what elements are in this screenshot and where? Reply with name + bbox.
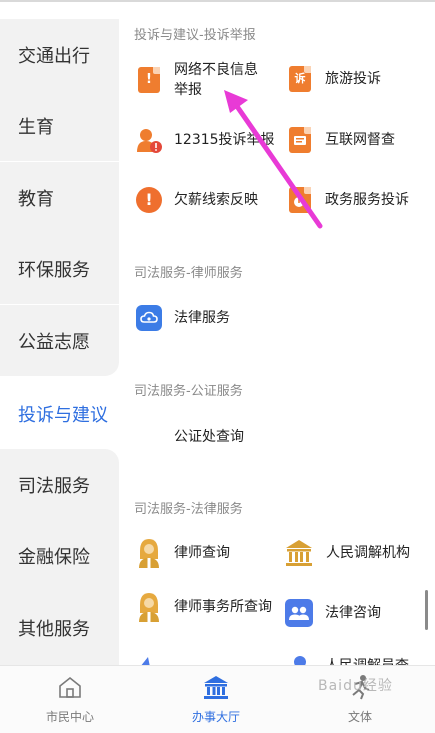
exclamation-circle-icon: ! [136,187,162,213]
service-label: 法律服务 [174,310,230,326]
sidebar-item-judicial[interactable]: 司法服务 [0,449,119,520]
sidebar-item-finance[interactable]: 金融保险 [0,520,119,591]
service-12315-report[interactable]: 12315投诉举报 [136,127,275,153]
service-online-content-report[interactable]: ! 网络不良信息举报 [136,60,276,100]
tab-service-hall[interactable]: 办事大厅 [166,674,266,725]
service-label: 律师查询 [174,545,230,561]
service-label: 12315投诉举报 [174,132,275,148]
government-complaint-icon [287,187,313,213]
tab-label: 办事大厅 [191,710,240,724]
person-alert-icon [136,127,162,153]
service-government-complaint[interactable]: 政务服务投诉 [287,187,409,213]
institution-icon [284,540,314,566]
service-label: 律师事务所查询 [174,599,272,615]
sidebar-item-other[interactable]: 其他服务 [0,591,119,665]
service-label: 网络不良信息举报 [174,62,258,98]
watermark: Baidu经验 [318,678,393,694]
service-law-firm-query[interactable]: 律师事务所查询 [136,593,281,622]
section-title-legal-services: 司法服务-法律服务 [134,502,243,517]
sidebar-item-complaints[interactable]: 投诉与建议 [0,378,119,449]
service-label: 旅游投诉 [325,71,381,87]
lawyer-icon [136,539,162,568]
blank-icon [136,424,162,450]
service-mediator-query[interactable]: 人民调解员查 [287,653,409,665]
service-legal-consultation[interactable]: 法律咨询 [285,599,381,627]
section-title-complaints: 投诉与建议-投诉举报 [134,28,256,43]
tab-label: 市民中心 [45,710,94,724]
service-label: 政务服务投诉 [325,192,409,208]
internet-supervision-icon [287,127,313,153]
service-label: 人民调解员查 [325,656,409,665]
sidebar-item-transport[interactable]: 交通出行 [0,19,119,90]
sidebar-item-childbirth[interactable]: 生育 [0,90,119,161]
cloud-legal-icon [136,305,162,331]
section-title-lawyer-services: 司法服务-律师服务 [134,266,243,281]
mediator-icon [287,653,313,665]
service-wage-arrears[interactable]: ! 欠薪线索反映 [136,187,258,213]
section-title-notary-services: 司法服务-公证服务 [134,384,243,399]
category-sidebar: 交通出行 生育 教育 环保服务 公益志愿 投诉与建议 司法服务 金融保险 其他服… [0,0,119,665]
service-label: 公证处查询 [174,429,244,445]
service-label: 互联网督查 [325,132,395,148]
service-label: 欠薪线索反映 [174,192,258,208]
scrollbar[interactable] [425,590,428,630]
service-notary-query[interactable]: 公证处查询 [136,424,244,450]
service-label: 法律咨询 [325,605,381,621]
service-lawyer-query[interactable]: 律师查询 [136,539,230,568]
service-tourism-complaint[interactable]: 诉 旅游投诉 [287,66,381,92]
tab-citizen-center[interactable]: 市民中心 [20,674,120,725]
law-firm-icon [136,593,162,622]
home-icon [59,676,81,698]
sidebar-item-environment[interactable]: 环保服务 [0,233,119,304]
complaint-document-icon: 诉 [287,66,313,92]
service-label: 人民调解机构 [326,545,410,561]
tab-label: 文体 [347,710,372,724]
partial-item-icon [141,657,150,665]
alert-document-icon: ! [136,67,162,93]
sidebar-item-education[interactable]: 教育 [0,162,119,233]
service-mediation-institution[interactable]: 人民调解机构 [284,540,410,566]
service-internet-supervision[interactable]: 互联网督查 [287,127,395,153]
service-legal-services[interactable]: 法律服务 [136,305,230,331]
service-content: 投诉与建议-投诉举报 ! 网络不良信息举报 诉 旅游投诉 12315投诉举报 互… [119,0,435,665]
sidebar-item-charity[interactable]: 公益志愿 [0,305,119,376]
hall-icon [204,676,228,699]
people-consult-icon [285,599,313,627]
